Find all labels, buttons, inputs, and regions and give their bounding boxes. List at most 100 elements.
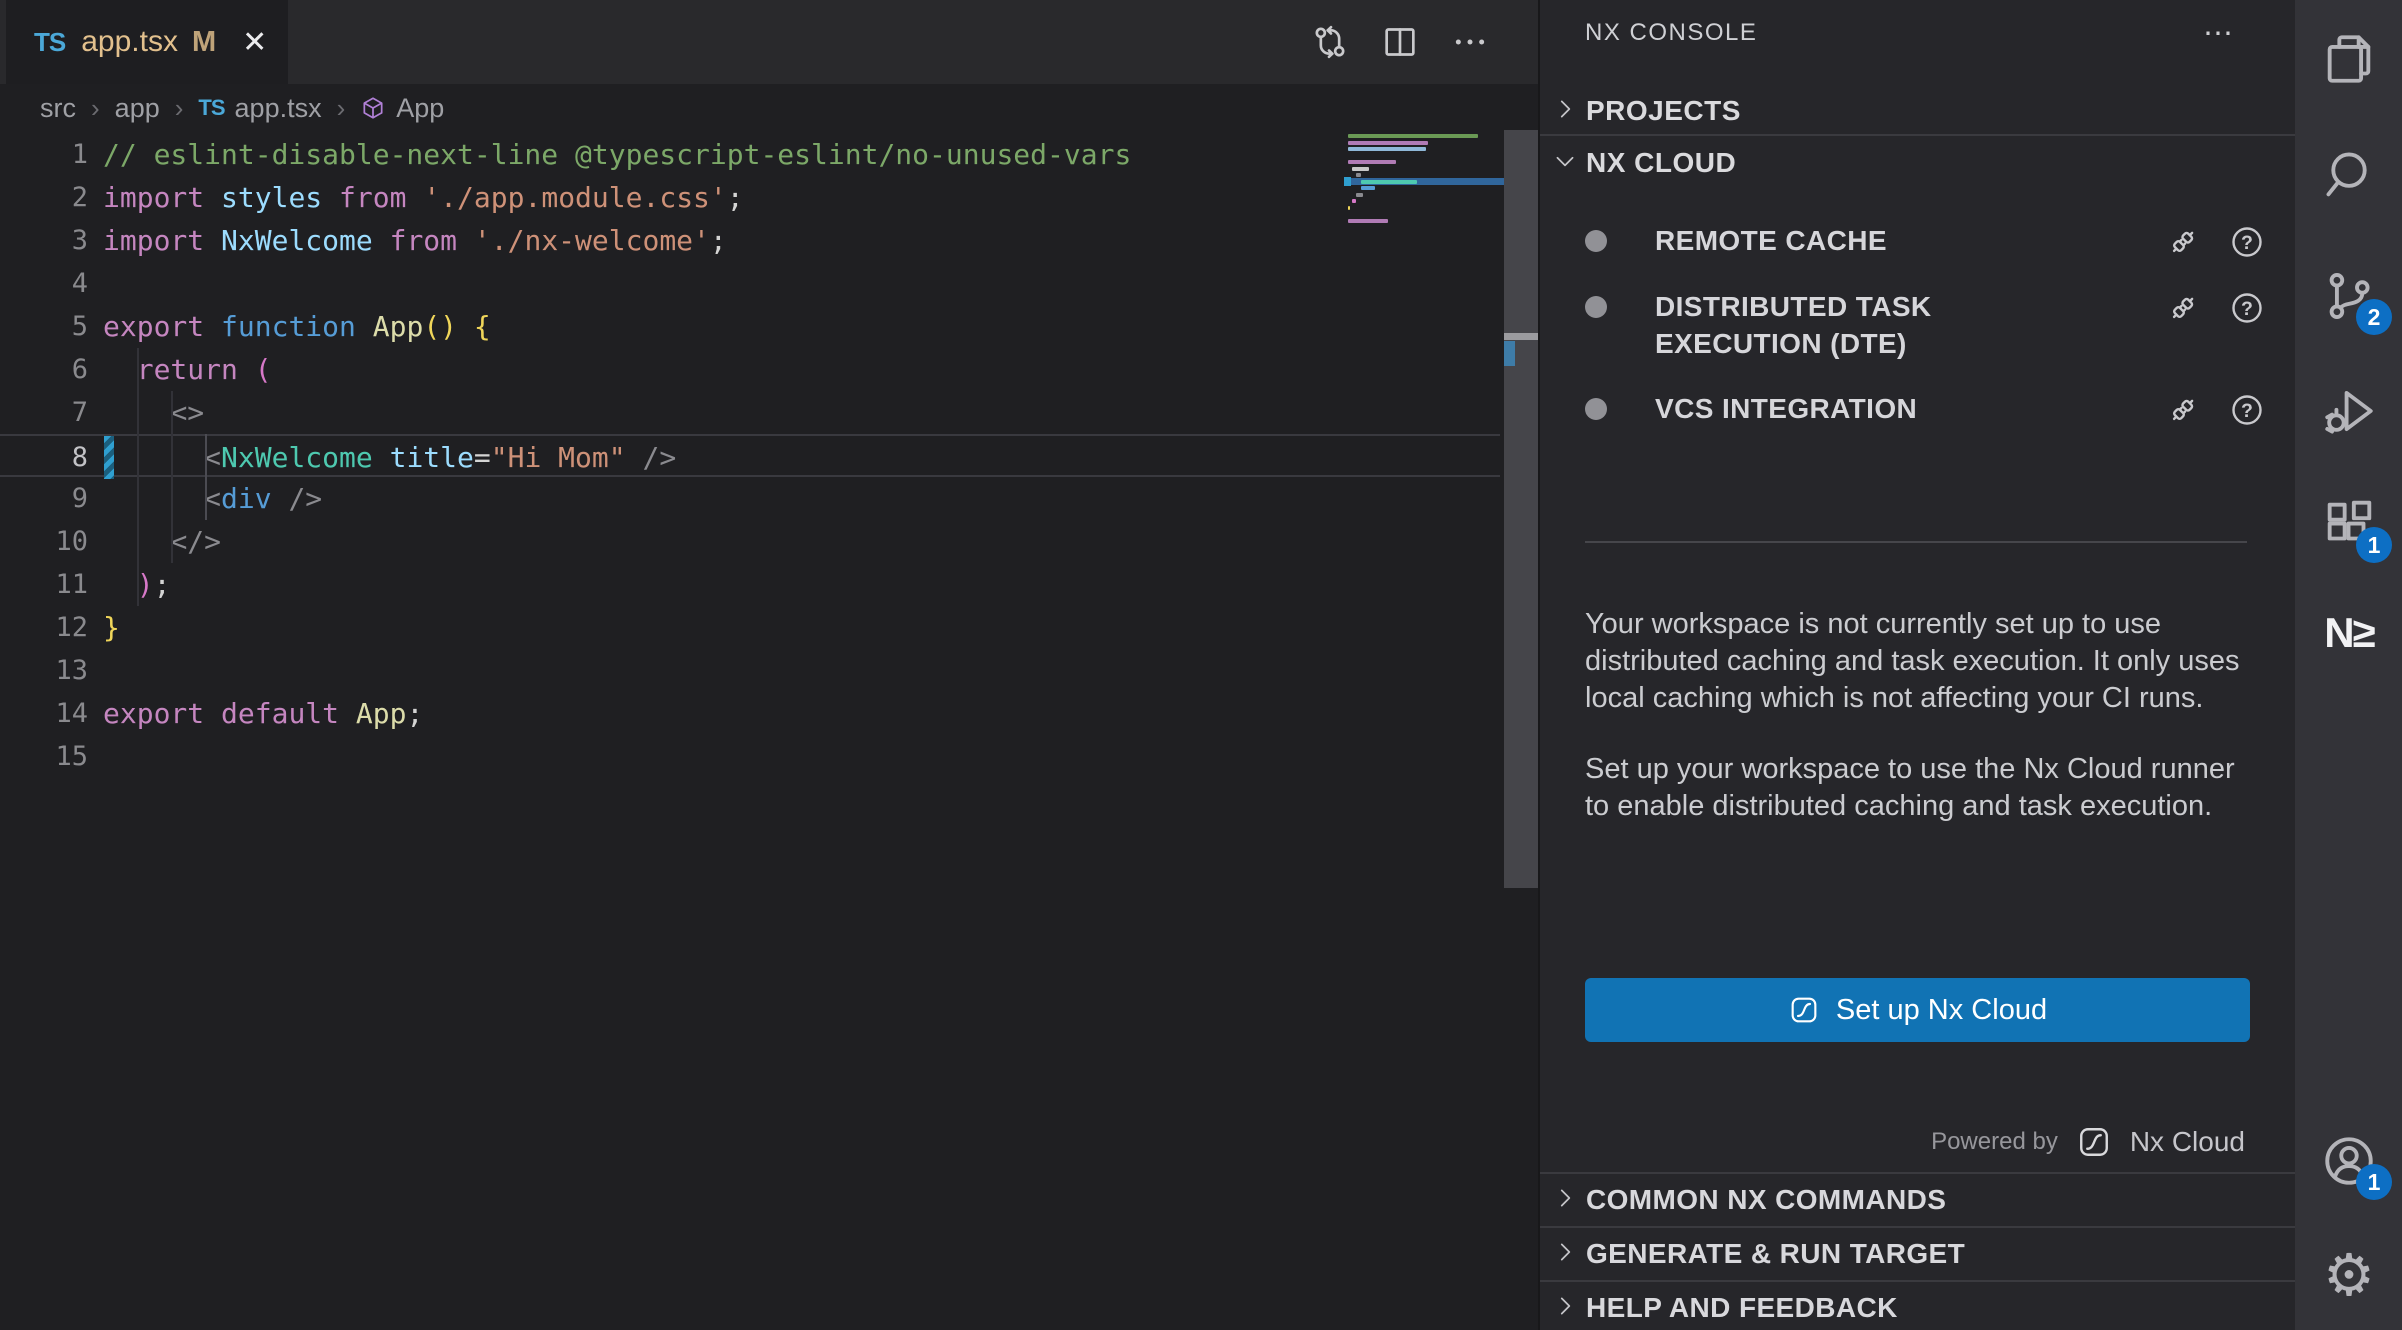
code-line-15[interactable]: 15 <box>0 735 1500 778</box>
activity-item-accounts[interactable]: 1 <box>2320 1132 2378 1190</box>
status-dot-icon <box>1585 296 1607 318</box>
sidebar-title: NX CONSOLE <box>1585 19 1757 47</box>
badge-count: 2 <box>2356 299 2392 335</box>
split-editor-icon[interactable] <box>1380 22 1420 62</box>
badge-count: 1 <box>2356 1164 2392 1200</box>
section-nx-cloud[interactable]: NX CLOUD <box>1540 138 2295 188</box>
nx-cloud-icon <box>1788 994 1820 1026</box>
sidebar-header: NX CONSOLE ⋯ <box>1540 0 2295 66</box>
line-number: 7 <box>0 391 88 434</box>
code-line-1[interactable]: 1// eslint-disable-next-line @typescript… <box>0 133 1500 176</box>
code-line-3[interactable]: 3import NxWelcome from './nx-welcome'; <box>0 219 1500 262</box>
section-generate-run-target[interactable]: GENERATE & RUN TARGET <box>1540 1226 2295 1280</box>
line-number: 3 <box>0 219 88 262</box>
minimap-modified-mark <box>1344 177 1351 186</box>
code-line-4[interactable]: 4 <box>0 262 1500 305</box>
code-line-10[interactable]: 10 </> <box>0 520 1500 563</box>
chevron-down-icon <box>1552 148 1578 179</box>
description-paragraph: Your workspace is not currently set up t… <box>1585 606 2253 717</box>
line-number: 9 <box>0 477 88 520</box>
activity-item-files[interactable] <box>2320 30 2378 88</box>
code-line-5[interactable]: 5export function App() { <box>0 305 1500 348</box>
code-line-6[interactable]: 6 return ( <box>0 348 1500 391</box>
code-line-9[interactable]: 9 <div /> <box>0 477 1500 520</box>
section-help-and-feedback[interactable]: HELP AND FEEDBACK <box>1540 1280 2295 1330</box>
setup-nx-cloud-button[interactable]: Set up Nx Cloud <box>1585 978 2250 1042</box>
breadcrumb: src›app›TSapp.tsx›App <box>40 84 444 132</box>
code-line-11[interactable]: 11 ); <box>0 563 1500 606</box>
line-number: 6 <box>0 348 88 391</box>
code-line-2[interactable]: 2import styles from './app.module.css'; <box>0 176 1500 219</box>
status-dot-icon <box>1585 230 1607 252</box>
section-common-nx-commands[interactable]: COMMON NX COMMANDS <box>1540 1172 2295 1226</box>
section-projects[interactable]: PROJECTS <box>1540 88 2295 136</box>
breadcrumb-item[interactable]: App <box>360 93 444 124</box>
activity-item-run-debug[interactable] <box>2320 382 2378 440</box>
minimap-line <box>1356 193 1362 197</box>
tab-bar: TS app.tsx M ✕ <box>0 0 1538 84</box>
indent-guide <box>137 348 139 606</box>
activity-item-source-control[interactable]: 2 <box>2320 267 2378 325</box>
help-icon[interactable]: ? <box>2229 290 2265 326</box>
chevron-right-icon <box>1552 1293 1578 1324</box>
indent-guide-active <box>205 434 207 520</box>
minimap-line <box>1348 147 1426 151</box>
editor-region: TS app.tsx M ✕ src›app›TSapp.tsx›App 1//… <box>0 0 1538 1330</box>
code-line-8[interactable]: 8 <NxWelcome title="Hi Mom" /> <box>0 434 1500 477</box>
plug-icon[interactable] <box>2165 290 2201 326</box>
minimap-line <box>1348 134 1478 138</box>
line-number: 1 <box>0 133 88 176</box>
feature-label: DISTRIBUTED TASK EXECUTION (DTE) <box>1655 288 2095 362</box>
tab-filename: app.tsx <box>81 25 178 59</box>
indent-guide <box>171 391 173 563</box>
help-icon[interactable]: ? <box>2229 224 2265 260</box>
svg-text:?: ? <box>2241 400 2253 422</box>
nx-cloud-brand: Nx Cloud <box>2130 1126 2245 1158</box>
activity-item-search[interactable] <box>2320 146 2378 204</box>
help-icon[interactable]: ? <box>2229 392 2265 428</box>
minimap-line <box>1348 141 1428 145</box>
overview-ruler-cursor-mark <box>1504 333 1538 340</box>
editor-scrollbar <box>1504 130 1538 1330</box>
minimap[interactable] <box>1348 134 1502 254</box>
plug-icon[interactable] <box>2165 224 2201 260</box>
code-line-13[interactable]: 13 <box>0 649 1500 692</box>
powered-by-row: Powered by Nx Cloud <box>1931 1124 2245 1160</box>
more-actions-icon[interactable] <box>1450 22 1490 62</box>
line-number: 8 <box>0 436 88 475</box>
tab-app-tsx[interactable]: TS app.tsx M ✕ <box>6 0 288 84</box>
nx-cloud-feature-row: DISTRIBUTED TASK EXECUTION (DTE) ? <box>1585 288 2265 362</box>
activity-item-extensions[interactable]: 1 <box>2320 495 2378 553</box>
activity-item-settings[interactable]: ⚙ <box>2320 1246 2378 1304</box>
nx-cloud-description: Your workspace is not currently set up t… <box>1585 606 2253 859</box>
nx-cloud-feature-list: REMOTE CACHE ? DISTRIBUTED TASK EXECUTIO… <box>1585 222 2265 456</box>
modified-line-gutter-marker <box>104 436 114 479</box>
code-line-12[interactable]: 12} <box>0 606 1500 649</box>
chevron-right-icon <box>1552 96 1578 127</box>
minimap-line <box>1348 206 1350 210</box>
breadcrumb-separator: › <box>91 93 100 124</box>
compare-changes-icon[interactable] <box>1310 22 1350 62</box>
ts-file-icon: TS <box>198 95 224 121</box>
breadcrumb-item[interactable]: src <box>40 93 76 124</box>
feature-label: VCS INTEGRATION <box>1655 390 2095 428</box>
minimap-line <box>1348 160 1396 164</box>
activity-item-nx-console[interactable]: N≥ <box>2320 604 2378 662</box>
breadcrumb-item[interactable]: app <box>115 93 160 124</box>
line-number: 2 <box>0 176 88 219</box>
breadcrumb-item[interactable]: TSapp.tsx <box>198 93 321 124</box>
code-editor[interactable]: 1// eslint-disable-next-line @typescript… <box>0 133 1500 778</box>
scrollbar-slider[interactable] <box>1504 130 1538 888</box>
sidebar-bottom-sections: COMMON NX COMMANDS GENERATE & RUN TARGET… <box>1540 1172 2295 1330</box>
code-line-14[interactable]: 14export default App; <box>0 692 1500 735</box>
code-line-7[interactable]: 7 <> <box>0 391 1500 434</box>
editor-toolbar <box>1310 0 1490 84</box>
minimap-line <box>1348 219 1388 223</box>
close-tab-icon[interactable]: ✕ <box>242 25 267 60</box>
more-actions-icon[interactable]: ⋯ <box>2203 16 2235 51</box>
chevron-right-icon <box>1552 1239 1578 1270</box>
plug-icon[interactable] <box>2165 392 2201 428</box>
minimap-line <box>1361 180 1418 184</box>
line-number: 4 <box>0 262 88 305</box>
overview-ruler-modified-mark <box>1504 341 1515 366</box>
